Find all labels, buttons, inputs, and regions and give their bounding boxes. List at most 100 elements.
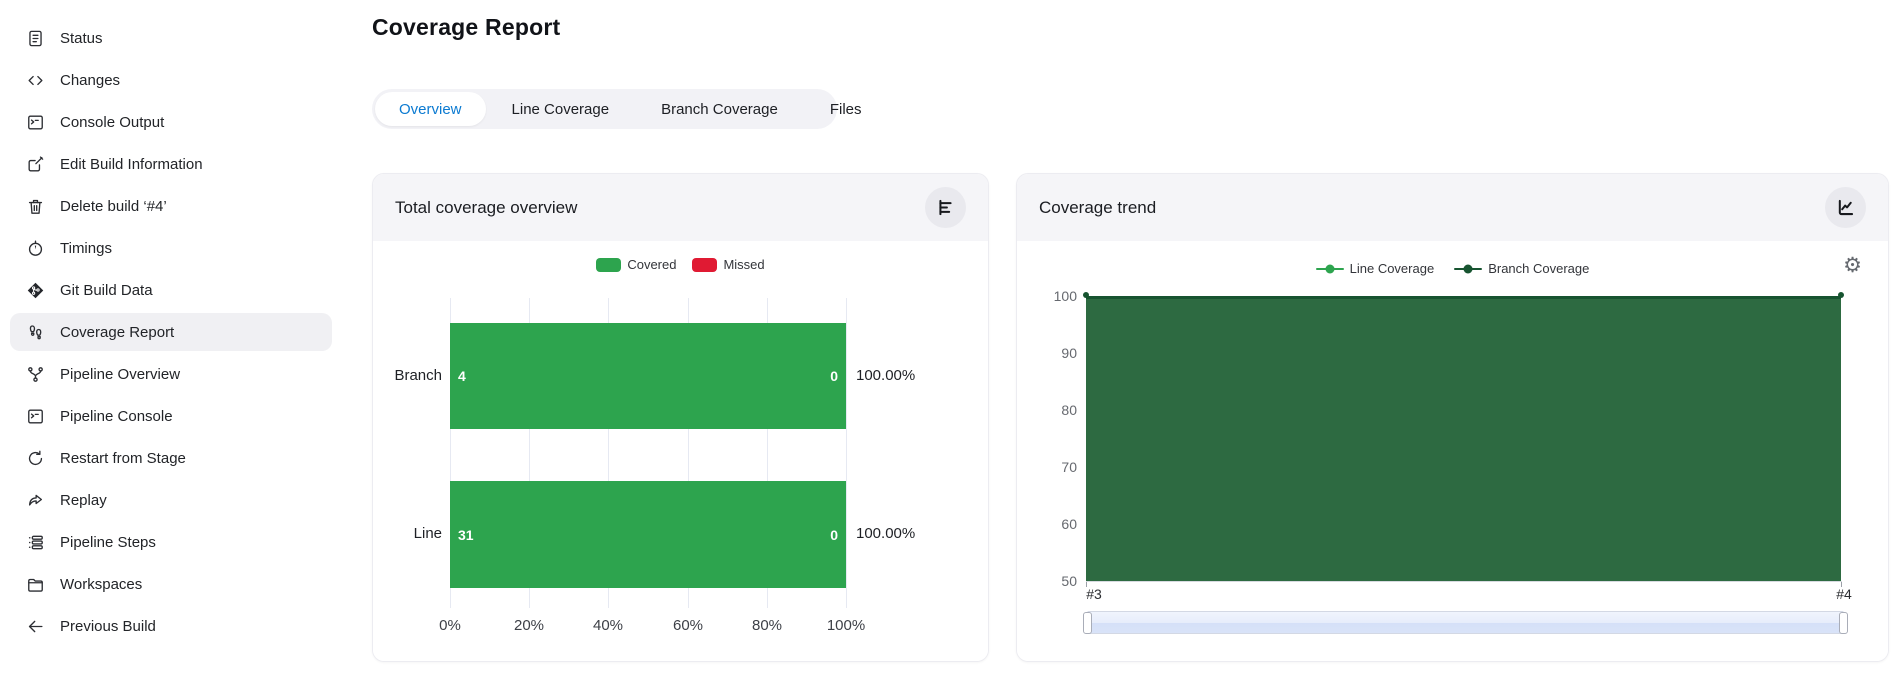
sidebar-item-timings[interactable]: Timings [0, 227, 350, 269]
branch-percent-label: 100.00% [856, 367, 916, 384]
sidebar-item-replay[interactable]: Replay [0, 479, 350, 521]
sidebar-item-label: Status [60, 29, 103, 47]
datazoom-slider[interactable] [1083, 611, 1848, 634]
legend-label: Branch Coverage [1488, 261, 1590, 276]
data-point [1083, 292, 1089, 298]
sidebar-item-label: Git Build Data [60, 281, 153, 299]
stopwatch-icon [24, 237, 46, 259]
legend-label: Missed [723, 257, 765, 272]
page-title: Coverage Report [372, 14, 561, 40]
sidebar-item-restart-from-stage[interactable]: Restart from Stage [0, 437, 350, 479]
terminal-icon [24, 405, 46, 427]
tab-files[interactable]: Files [804, 92, 888, 126]
sidebar-item-edit-build-information[interactable]: Edit Build Information [0, 143, 350, 185]
git-icon [24, 279, 46, 301]
y-tick-label: 90 [1061, 345, 1077, 361]
branch-covered-value: 4 [458, 368, 466, 384]
bar-chart-legend: Covered Missed [373, 257, 988, 272]
trash-icon [24, 195, 46, 217]
sidebar-item-status[interactable]: Status [0, 17, 350, 59]
sidebar-item-label: Delete build ‘#4’ [60, 197, 167, 215]
trend-legend: Line Coverage Branch Coverage [1017, 261, 1888, 276]
sidebar: Status Changes Console Output Edit Build… [0, 17, 350, 647]
document-icon [24, 27, 46, 49]
x-axis-line [1086, 581, 1842, 582]
line-missed-value: 0 [830, 526, 838, 543]
coverage-trend-chart: Line Coverage Branch Coverage ⚙ 100 90 8… [1017, 241, 1888, 661]
x-tick-label: 100% [826, 617, 866, 634]
legend-label: Line Coverage [1349, 261, 1435, 276]
sidebar-item-label: Changes [60, 71, 121, 89]
missed-swatch [692, 257, 718, 272]
legend-item-line-coverage[interactable]: Line Coverage [1315, 261, 1435, 276]
line-covered-bar: 31 0 [450, 481, 846, 588]
branch-covered-bar: 4 0 [450, 323, 846, 429]
edit-icon [24, 153, 46, 175]
restart-icon [24, 447, 46, 469]
legend-item-branch-coverage[interactable]: Branch Coverage [1454, 261, 1589, 276]
steps-icon [24, 531, 46, 553]
sidebar-item-previous-build[interactable]: Previous Build [0, 605, 350, 647]
gear-icon[interactable]: ⚙ [1843, 255, 1862, 276]
coverage-area-series [1086, 296, 1841, 581]
sidebar-item-coverage-report[interactable]: Coverage Report [0, 311, 350, 353]
legend-item-covered[interactable]: Covered [596, 257, 676, 272]
card-title: Coverage trend [1039, 197, 1157, 217]
sidebar-item-pipeline-steps[interactable]: Pipeline Steps [0, 521, 350, 563]
sidebar-item-label: Coverage Report [60, 323, 175, 341]
datazoom-right-handle[interactable] [1839, 611, 1848, 634]
sidebar-item-label: Pipeline Steps [60, 533, 156, 551]
sidebar-item-pipeline-overview[interactable]: Pipeline Overview [0, 353, 350, 395]
sidebar-item-label: Console Output [60, 113, 165, 131]
bar-chart-button[interactable] [925, 187, 966, 228]
x-tick-label: #3 [1086, 586, 1102, 602]
branch-coverage-marker [1454, 264, 1483, 274]
sidebar-item-label: Timings [60, 239, 112, 257]
y-tick-label: 60 [1061, 516, 1077, 532]
tab-line-coverage[interactable]: Line Coverage [486, 92, 636, 126]
y-tick-label: 100 [1053, 288, 1077, 304]
line-chart-button[interactable] [1825, 187, 1866, 228]
sidebar-item-label: Workspaces [60, 575, 143, 593]
total-coverage-card: Total coverage overview Covered Missed B… [372, 173, 989, 662]
legend-label: Covered [627, 257, 677, 272]
legend-item-missed[interactable]: Missed [692, 257, 765, 272]
x-tick-label: 40% [592, 617, 624, 634]
sidebar-item-label: Pipeline Overview [60, 365, 181, 383]
line-percent-label: 100.00% [856, 525, 916, 542]
x-tick-label: 60% [672, 617, 704, 634]
total-coverage-card-header: Total coverage overview [373, 174, 988, 241]
line-covered-value: 31 [458, 526, 474, 543]
category-label-branch: Branch [394, 367, 442, 384]
sidebar-item-workspaces[interactable]: Workspaces [0, 563, 350, 605]
tab-bar: Overview Line Coverage Branch Coverage F… [372, 89, 862, 129]
sidebar-item-git-build-data[interactable]: Git Build Data [0, 269, 350, 311]
coverage-report-page: Status Changes Console Output Edit Build… [0, 0, 1894, 683]
code-icon [24, 69, 46, 91]
category-label-line: Line [413, 525, 442, 542]
card-title: Total coverage overview [395, 197, 578, 217]
tab-branch-coverage[interactable]: Branch Coverage [635, 92, 804, 126]
branch-icon [24, 363, 46, 385]
sidebar-item-changes[interactable]: Changes [0, 59, 350, 101]
data-point [1838, 292, 1844, 298]
line-coverage-marker [1315, 264, 1344, 274]
sidebar-item-label: Previous Build [60, 617, 156, 635]
covered-swatch [596, 257, 622, 272]
sidebar-item-pipeline-console[interactable]: Pipeline Console [0, 395, 350, 437]
sidebar-item-delete-build[interactable]: Delete build ‘#4’ [0, 185, 350, 227]
total-coverage-chart: Covered Missed Branch 4 0 100.00% Line 3… [373, 241, 988, 661]
line-chart-icon [1835, 197, 1856, 218]
gridline [846, 298, 847, 608]
x-tick-label: 80% [751, 617, 783, 634]
x-tick-label: 20% [513, 617, 545, 634]
y-tick-label: 80 [1061, 402, 1077, 418]
y-tick-label: 70 [1061, 459, 1077, 475]
trend-plot-area [1083, 292, 1844, 581]
terminal-icon [24, 111, 46, 133]
tab-overview[interactable]: Overview [375, 92, 486, 126]
footsteps-icon [24, 321, 46, 343]
datazoom-left-handle[interactable] [1083, 611, 1092, 634]
sidebar-item-console-output[interactable]: Console Output [0, 101, 350, 143]
sidebar-item-label: Pipeline Console [60, 407, 173, 425]
